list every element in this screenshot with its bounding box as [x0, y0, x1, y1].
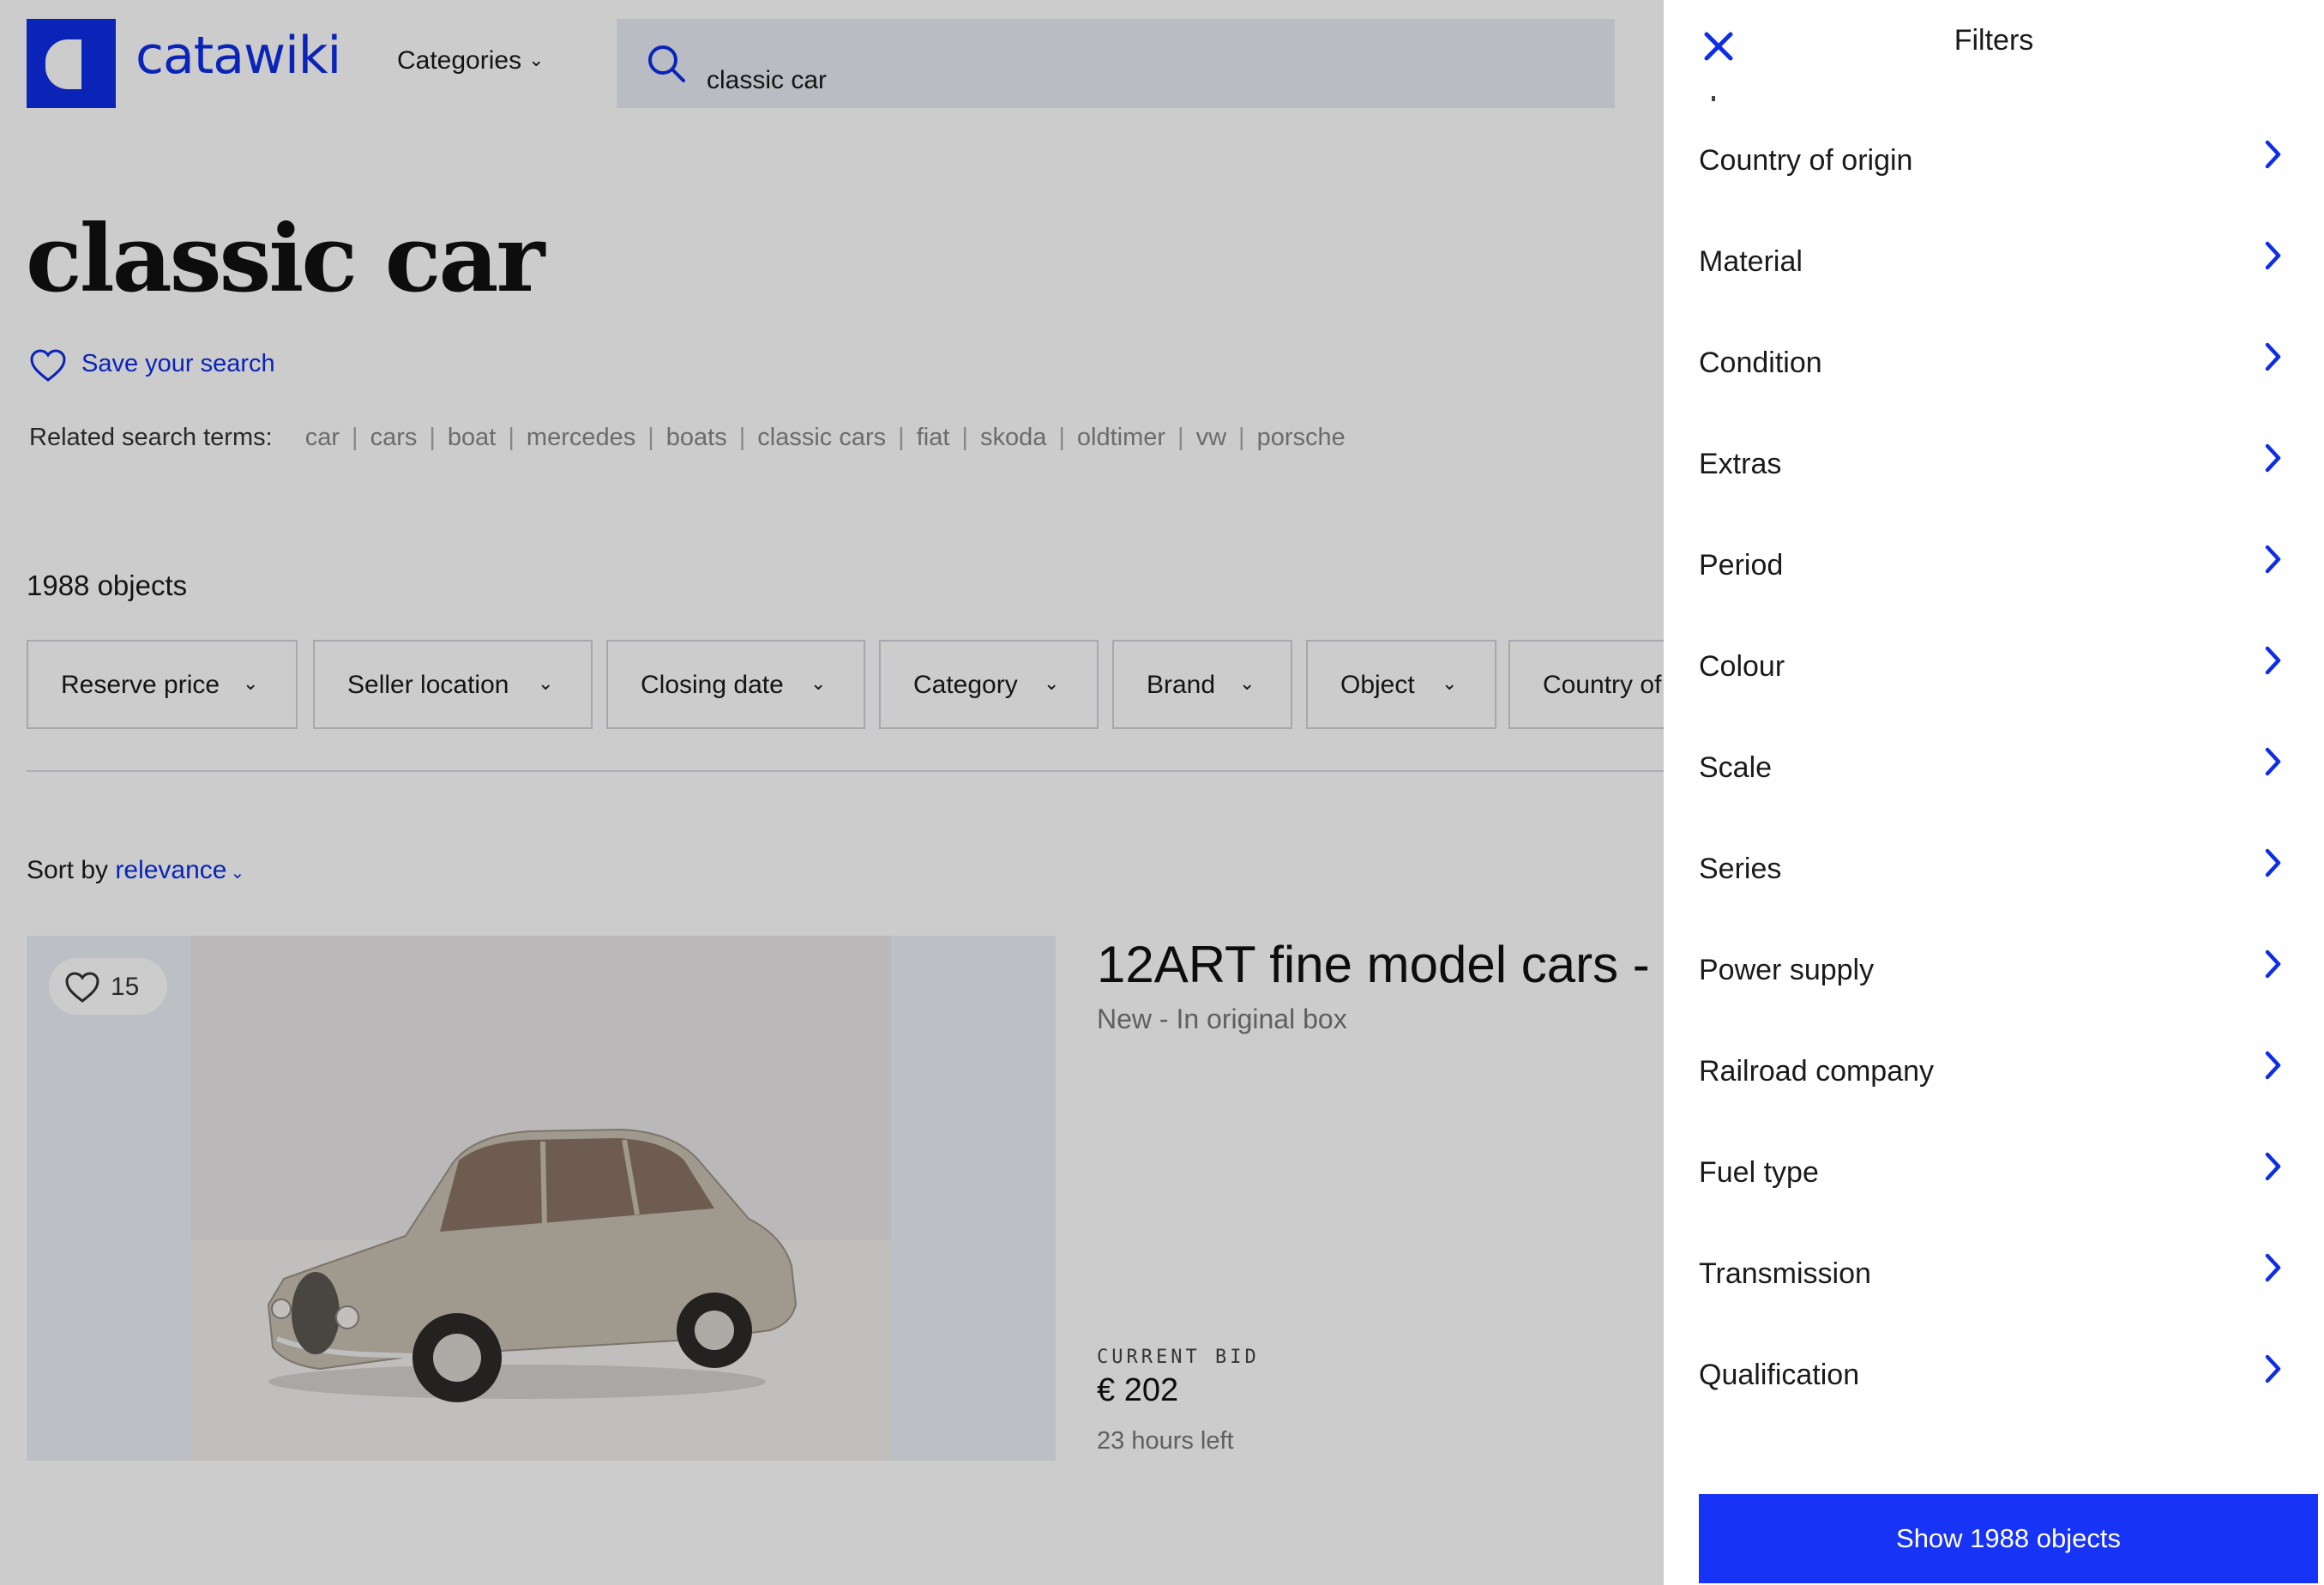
chevron-right-icon	[2265, 747, 2281, 776]
filter-item[interactable]: Period	[1664, 515, 2324, 616]
filter-item-label: Colour	[1699, 650, 1785, 683]
filter-item-label: Series	[1699, 853, 1782, 885]
filter-item-label: Power supply	[1699, 954, 1875, 986]
chevron-right-icon	[2265, 949, 2281, 979]
chevron-right-icon	[2265, 342, 2281, 371]
chevron-right-icon	[2265, 443, 2281, 473]
chevron-right-icon	[2265, 848, 2281, 877]
filter-item-label: Condition	[1699, 347, 1822, 379]
filter-item-label: Period	[1699, 549, 1784, 582]
chevron-right-icon	[2265, 545, 2281, 574]
modal-backdrop[interactable]	[0, 0, 1664, 1585]
filter-item-label: Railroad company	[1699, 1055, 1935, 1088]
filter-item[interactable]: Extras	[1664, 413, 2324, 515]
filter-item[interactable]: Qualification	[1664, 1324, 2324, 1425]
filter-item[interactable]: Material	[1664, 211, 2324, 312]
filter-item-label: Transmission	[1699, 1257, 1871, 1290]
filter-item[interactable]: Transmission	[1664, 1223, 2324, 1324]
filter-item-label: Extras	[1699, 448, 1782, 480]
filter-item-label: Country of origin	[1699, 144, 1913, 177]
filter-item-label: Qualification	[1699, 1359, 1860, 1391]
filter-item[interactable]: Scale	[1664, 717, 2324, 818]
filter-item[interactable]: Condition	[1664, 312, 2324, 413]
chevron-right-icon	[2265, 1253, 2281, 1282]
filters-panel: Filters Country of origin Material Conditi…	[1664, 0, 2324, 1585]
filter-item[interactable]: Fuel type	[1664, 1122, 2324, 1223]
filter-item[interactable]: Colour	[1664, 616, 2324, 717]
chevron-right-icon	[2265, 646, 2281, 675]
filter-item-label: Material	[1699, 245, 1803, 278]
filter-item-label: Fuel type	[1699, 1156, 1819, 1189]
filter-item-label: Scale	[1699, 751, 1773, 784]
filter-item[interactable]: Railroad company	[1664, 1021, 2324, 1122]
filter-item[interactable]: Country of origin	[1664, 110, 2324, 211]
show-objects-button[interactable]: Show 1988 objects	[1699, 1494, 2318, 1583]
filter-item[interactable]: Power supply	[1664, 919, 2324, 1021]
filter-item[interactable]: Series	[1664, 818, 2324, 919]
chevron-right-icon	[2265, 1051, 2281, 1080]
chevron-right-icon	[2265, 1354, 2281, 1383]
panel-title: Filters	[1954, 24, 2034, 57]
scrolled-item-fragment	[1701, 89, 1727, 106]
chevron-right-icon	[2265, 241, 2281, 270]
chevron-right-icon	[2265, 1152, 2281, 1181]
chevron-right-icon	[2265, 140, 2281, 169]
